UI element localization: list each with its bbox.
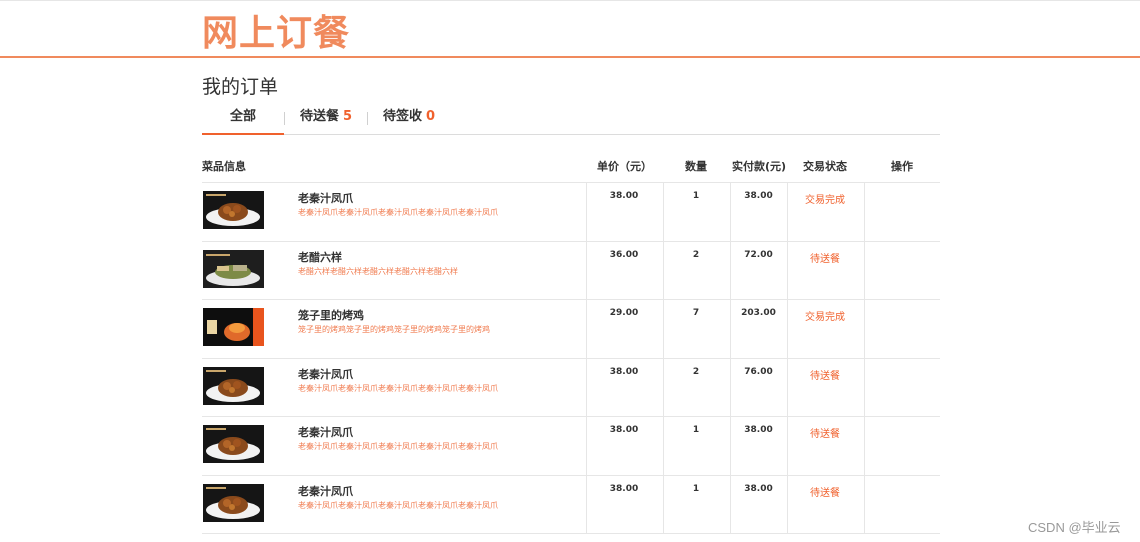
page-title: 我的订单 <box>202 76 279 98</box>
header-unit-price: 单价（元） <box>597 160 652 173</box>
dish-description: 笼子里的烤鸡笼子里的烤鸡笼子里的烤鸡笼子里的烤鸡 <box>298 325 490 334</box>
tab-all-label: 全部 <box>229 109 256 124</box>
paid-amount: 38.00 <box>744 483 773 494</box>
column-divider <box>586 300 587 358</box>
site-logo[interactable]: 网上订餐 <box>202 4 350 56</box>
header-paid: 实付款(元) <box>732 160 787 173</box>
header-quantity: 数量 <box>685 160 707 173</box>
tab-pending-delivery-label: 待送餐 <box>299 109 339 124</box>
header-dish-info: 菜品信息 <box>202 160 246 173</box>
tab-pending-delivery-count: 5 <box>342 109 353 124</box>
column-divider <box>864 475 865 533</box>
paid-amount: 38.00 <box>744 191 773 201</box>
paid-amount: 76.00 <box>744 366 773 377</box>
paid-amount: 203.00 <box>741 308 776 318</box>
tab-all[interactable]: 全部 <box>202 104 284 135</box>
column-divider <box>864 241 865 299</box>
column-divider <box>586 417 587 475</box>
quantity: 1 <box>692 425 700 435</box>
unit-price: 38.00 <box>609 366 639 377</box>
quantity: 7 <box>692 308 700 318</box>
unit-price: 29.00 <box>609 308 639 318</box>
tab-pending-receipt[interactable]: 待签收 0 <box>368 104 450 133</box>
column-divider <box>864 358 865 416</box>
table-row: 老秦汁凤爪 老秦汁凤爪老秦汁凤爪老秦汁凤爪老秦汁凤爪老秦汁凤爪 38.00 2 … <box>202 358 940 417</box>
column-divider <box>586 475 587 533</box>
table-row: 老秦汁凤爪 老秦汁凤爪老秦汁凤爪老秦汁凤爪老秦汁凤爪老秦汁凤爪 38.00 1 … <box>202 183 940 242</box>
order-status: 待送餐 <box>810 429 840 440</box>
site-header: 网上订餐 <box>0 0 1140 58</box>
unit-price: 36.00 <box>609 249 639 260</box>
dish-name[interactable]: 老秦汁凤爪 <box>298 190 353 206</box>
dish-thumbnail[interactable] <box>203 425 264 463</box>
tab-pending-receipt-label: 待签收 <box>382 109 422 124</box>
dish-name[interactable]: 老秦汁凤爪 <box>298 483 353 499</box>
dish-name[interactable]: 老醋六样 <box>298 249 342 265</box>
order-status: 待送餐 <box>810 370 840 382</box>
table-row: 老秦汁凤爪 老秦汁凤爪老秦汁凤爪老秦汁凤爪老秦汁凤爪老秦汁凤爪 38.00 1 … <box>202 475 940 534</box>
order-status: 待送餐 <box>810 253 840 265</box>
dish-name[interactable]: 笼子里的烤鸡 <box>298 307 364 323</box>
unit-price: 38.00 <box>609 191 639 201</box>
orders-table-header: 菜品信息 单价（元） 数量 实付款(元) 交易状态 操作 <box>202 150 940 183</box>
unit-price: 38.00 <box>609 425 639 435</box>
tab-pending-delivery[interactable]: 待送餐 5 <box>285 104 367 133</box>
dish-thumbnail[interactable] <box>203 366 264 405</box>
dish-description: 老秦汁凤爪老秦汁凤爪老秦汁凤爪老秦汁凤爪老秦汁凤爪 <box>298 442 498 451</box>
quantity: 1 <box>692 483 700 494</box>
dish-name[interactable]: 老秦汁凤爪 <box>298 366 353 382</box>
tab-pending-receipt-count: 0 <box>425 109 436 124</box>
column-divider <box>586 183 587 241</box>
header-action: 操作 <box>891 160 913 173</box>
order-tabs: 全部 待送餐 5 待签收 0 <box>202 104 940 135</box>
column-divider <box>864 300 865 358</box>
table-row: 老醋六样 老醋六样老醋六样老醋六样老醋六样老醋六样 36.00 2 72.00 … <box>202 241 940 300</box>
paid-amount: 38.00 <box>744 425 773 435</box>
dish-thumbnail[interactable] <box>203 308 264 346</box>
header-status: 交易状态 <box>803 160 847 173</box>
dish-description: 老秦汁凤爪老秦汁凤爪老秦汁凤爪老秦汁凤爪老秦汁凤爪 <box>298 208 498 217</box>
dish-name[interactable]: 老秦汁凤爪 <box>298 424 353 440</box>
column-divider <box>864 417 865 475</box>
dish-description: 老醋六样老醋六样老醋六样老醋六样老醋六样 <box>298 266 458 276</box>
watermark: CSDN @毕业云 <box>1028 520 1121 535</box>
quantity: 2 <box>692 249 700 260</box>
orders-table-body: 老秦汁凤爪 老秦汁凤爪老秦汁凤爪老秦汁凤爪老秦汁凤爪老秦汁凤爪 38.00 1 … <box>202 183 940 534</box>
table-row: 老秦汁凤爪 老秦汁凤爪老秦汁凤爪老秦汁凤爪老秦汁凤爪老秦汁凤爪 38.00 1 … <box>202 417 940 476</box>
column-divider <box>586 241 587 299</box>
order-status: 待送餐 <box>810 487 840 499</box>
order-status: 交易完成 <box>805 312 845 323</box>
dish-description: 老秦汁凤爪老秦汁凤爪老秦汁凤爪老秦汁凤爪老秦汁凤爪 <box>298 500 498 510</box>
table-row: 笼子里的烤鸡 笼子里的烤鸡笼子里的烤鸡笼子里的烤鸡笼子里的烤鸡 29.00 7 … <box>202 300 940 359</box>
dish-thumbnail[interactable] <box>203 249 264 288</box>
order-status: 交易完成 <box>805 195 845 206</box>
quantity: 2 <box>692 366 700 377</box>
column-divider <box>586 358 587 416</box>
quantity: 1 <box>692 191 700 201</box>
dish-description: 老秦汁凤爪老秦汁凤爪老秦汁凤爪老秦汁凤爪老秦汁凤爪 <box>298 383 498 393</box>
unit-price: 38.00 <box>609 483 639 494</box>
dish-thumbnail[interactable] <box>203 483 264 522</box>
column-divider <box>864 183 865 241</box>
paid-amount: 72.00 <box>744 249 773 260</box>
dish-thumbnail[interactable] <box>203 191 264 229</box>
